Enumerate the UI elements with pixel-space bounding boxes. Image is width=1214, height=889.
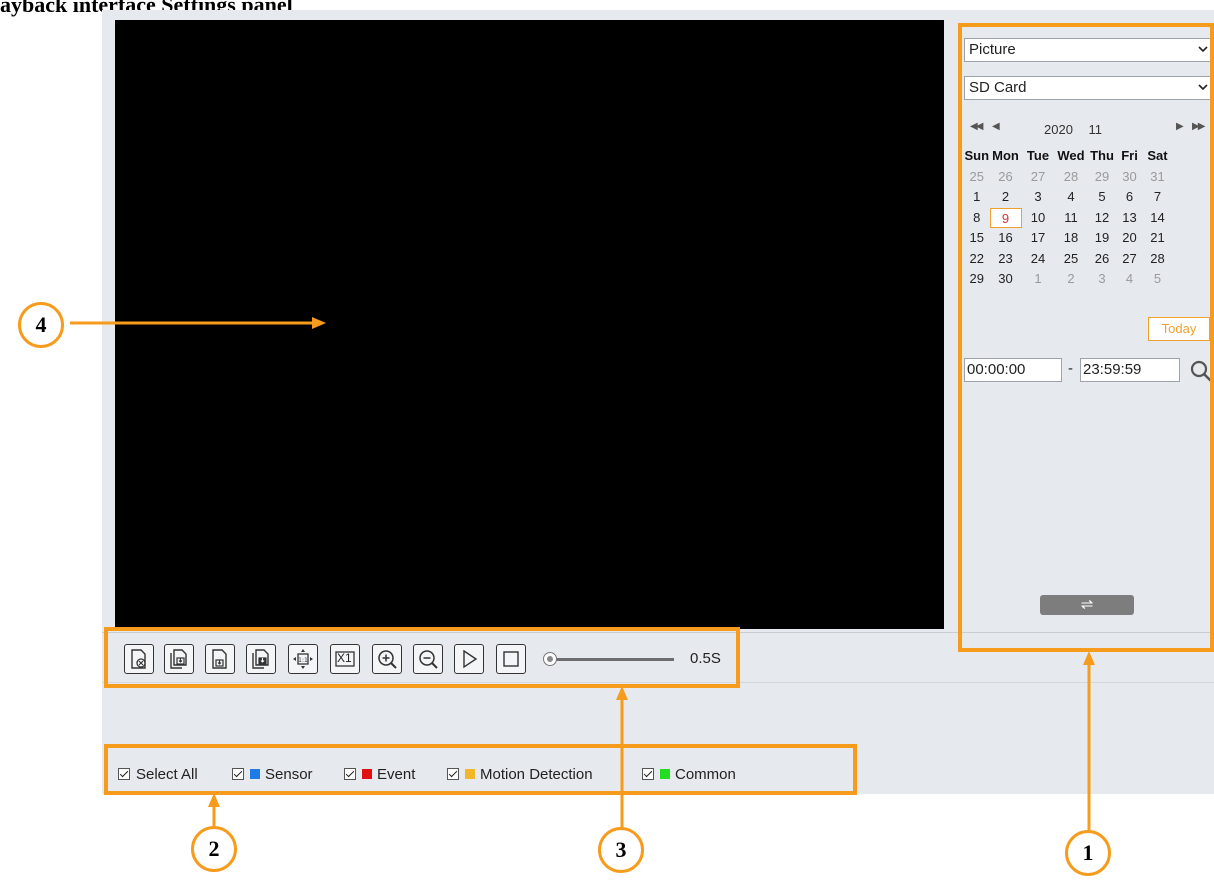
callout-arrow-1 bbox=[1083, 651, 1095, 833]
callout-arrow-4 bbox=[70, 317, 326, 329]
callout-frame-toolbar bbox=[104, 627, 740, 688]
callout-frame-calendar-panel bbox=[958, 23, 1214, 652]
callout-arrow-2 bbox=[208, 793, 220, 827]
callout-badge-1: 1 bbox=[1065, 830, 1111, 876]
callout-badge-3: 3 bbox=[598, 827, 644, 873]
callout-badge-2: 2 bbox=[191, 826, 237, 872]
callout-frame-filters bbox=[104, 744, 857, 795]
callout-badge-4: 4 bbox=[18, 302, 64, 348]
callout-arrow-3 bbox=[616, 686, 628, 829]
